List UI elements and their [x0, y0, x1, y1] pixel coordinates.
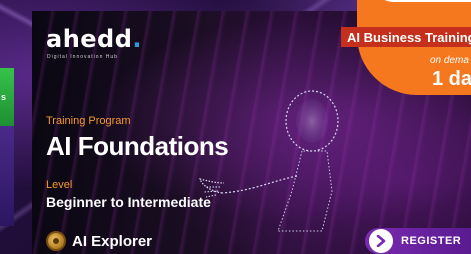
chevron-right-icon [369, 229, 393, 253]
side-card-text: s [1, 92, 7, 102]
level-label: Level [46, 179, 73, 191]
business-training-pill: AI Business Training [341, 27, 471, 47]
course-title: AI Foundations [46, 131, 229, 161]
badge-row: AI Explorer [46, 231, 152, 251]
program-label: Training Program [46, 115, 131, 127]
business-training-label: AI Business Training [347, 29, 471, 45]
register-label: REGISTER [401, 235, 462, 247]
robot-hand-illustration [199, 90, 339, 232]
side-card-green[interactable]: s [0, 68, 14, 126]
badge-text: AI Explorer [72, 232, 153, 250]
side-card-purple[interactable] [0, 126, 14, 226]
level-value: Beginner to Intermediate [46, 194, 211, 210]
brand-tagline: Digital Innovation Hub [47, 54, 118, 60]
brand-dot: . [132, 25, 143, 53]
register-button[interactable]: REGISTER [365, 228, 471, 254]
brand-name: ahedd [46, 25, 133, 53]
duration-label: 1 da [432, 68, 471, 90]
medal-icon [46, 231, 66, 251]
promo-corner-arc [375, 0, 471, 2]
brand-logo: ahedd. [46, 25, 142, 53]
on-demand-label: on dema [430, 55, 469, 66]
